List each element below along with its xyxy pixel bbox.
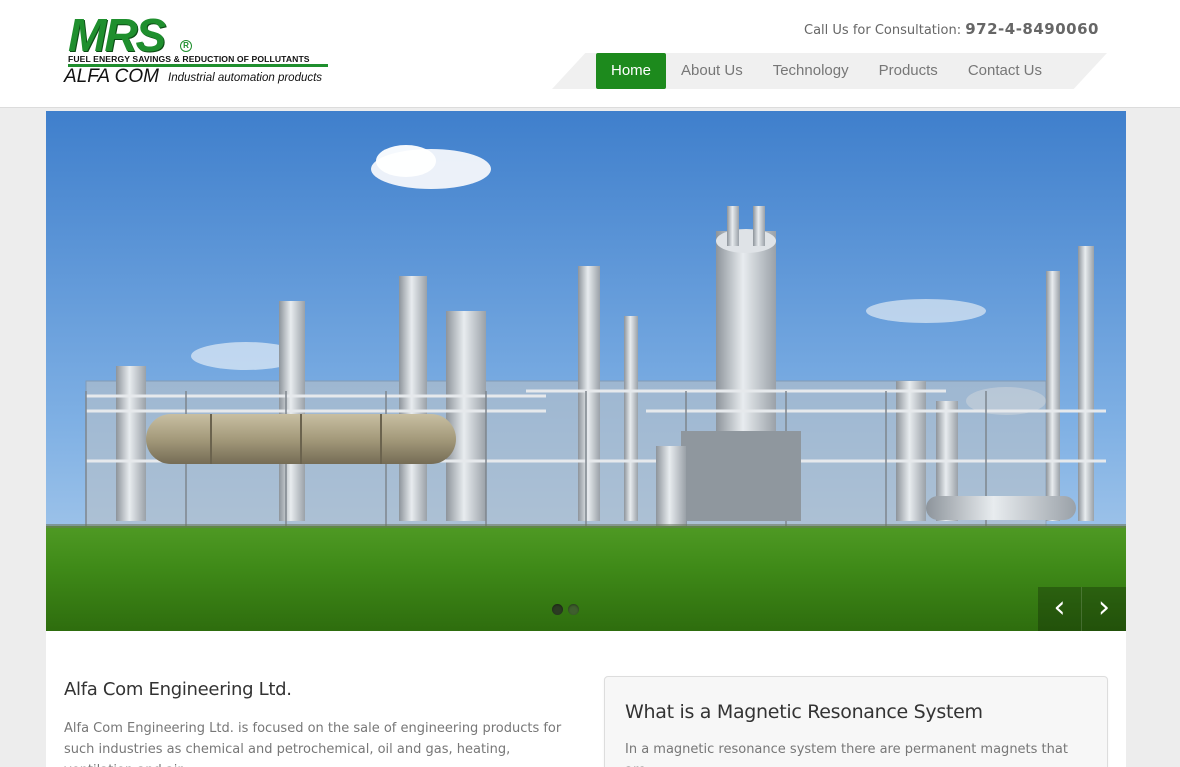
main-content: Alfa Com Engineering Ltd. Alfa Com Engin… — [46, 631, 1126, 767]
consultation-label: Call Us for Consultation: — [804, 23, 962, 38]
main-nav: Home About Us Technology Products Contac… — [596, 53, 1057, 89]
intro-title: Alfa Com Engineering Ltd. — [64, 679, 292, 700]
hero-slider: ‹ › — [46, 111, 1126, 631]
consultation-phone[interactable]: 972-4-8490060 — [965, 20, 1099, 38]
logo-tagline: FUEL ENERGY SAVINGS & REDUCTION OF POLLU… — [68, 54, 310, 64]
feature-title: What is a Magnetic Resonance System — [625, 701, 983, 723]
site-logo[interactable]: MRS R FUEL ENERGY SAVINGS & REDUCTION OF… — [64, 10, 334, 90]
nav-item-home[interactable]: Home — [596, 53, 667, 89]
feature-box: What is a Magnetic Resonance System In a… — [604, 676, 1108, 767]
registered-mark: R — [180, 40, 192, 52]
nav-item-about-us[interactable]: About Us — [666, 53, 758, 89]
site-header: MRS R FUEL ENERGY SAVINGS & REDUCTION OF… — [0, 0, 1180, 108]
intro-text: Alfa Com Engineering Ltd. is focused on … — [64, 721, 562, 767]
slider-pagination — [552, 604, 579, 615]
industrial-plant-photo — [46, 111, 1126, 631]
nav-item-technology[interactable]: Technology — [758, 53, 864, 89]
intro-section: Alfa Com Engineering Ltd. Alfa Com Engin… — [64, 679, 564, 767]
slider-dot-2[interactable] — [568, 604, 579, 615]
nav-item-products[interactable]: Products — [864, 53, 953, 89]
feature-text: In a magnetic resonance system there are… — [625, 742, 1068, 767]
slider-dot-1[interactable] — [552, 604, 563, 615]
chevron-left-icon[interactable]: ‹ — [1038, 587, 1082, 631]
logo-mrs-text: MRS — [68, 9, 166, 61]
consultation-line: Call Us for Consultation: 972-4-8490060 — [804, 20, 1099, 38]
nav-item-contact-us[interactable]: Contact Us — [953, 53, 1057, 89]
chevron-right-icon[interactable]: › — [1082, 587, 1126, 631]
logo-company: ALFA COM — [64, 66, 160, 87]
logo-company-sub: Industrial automation products — [168, 72, 323, 84]
